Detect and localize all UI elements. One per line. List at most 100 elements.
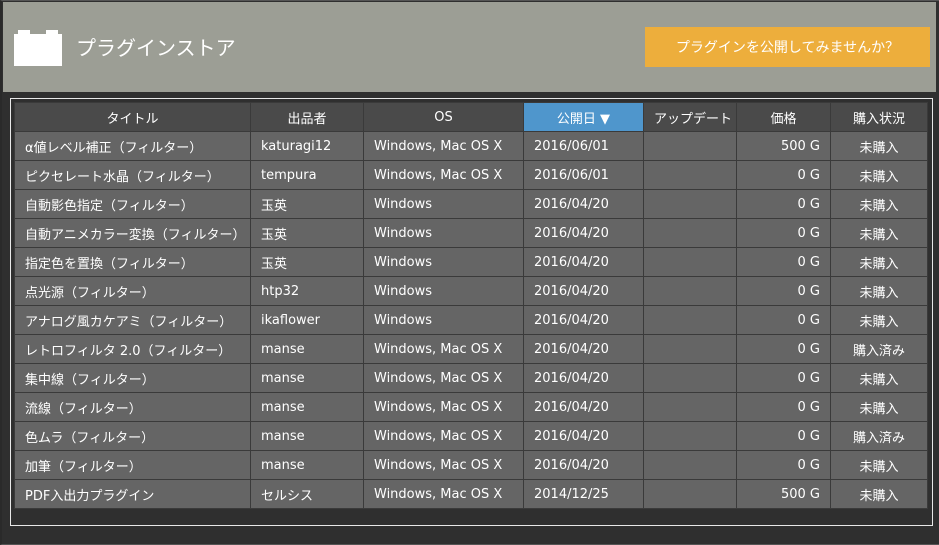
table-row[interactable]: 自動アニメカラー変換（フィルター） 玉英 Windows 2016/04/20 0 G未… bbox=[14, 218, 928, 248]
cell-title: α値レベル補正（フィルター） bbox=[14, 131, 251, 161]
cell-author: manse bbox=[250, 450, 364, 480]
page-title: プラグインストア bbox=[76, 36, 236, 60]
cell-update bbox=[643, 247, 737, 277]
cell-date: 2016/04/20 bbox=[523, 189, 644, 219]
cell-price: 0 G bbox=[736, 334, 831, 364]
column-header-title[interactable]: タイトル bbox=[14, 102, 251, 132]
cell-update bbox=[643, 131, 737, 161]
cell-title: ピクセレート水晶（フィルター） bbox=[14, 160, 251, 190]
plugin-table-container: タイトル 出品者 OS 公開日 ▼ アップデート 価格 購入状況 α値レベル補正（フィルター… bbox=[10, 98, 933, 526]
column-header-date[interactable]: 公開日 ▼ bbox=[523, 102, 644, 132]
cell-os: Windows bbox=[363, 218, 524, 248]
cell-author: 玉英 bbox=[250, 189, 364, 219]
cell-date: 2016/04/20 bbox=[523, 421, 644, 451]
cell-title: 自動影色指定（フィルター） bbox=[14, 189, 251, 219]
store-header: プラグインストア プラグインを公開してみませんか？ bbox=[3, 2, 936, 92]
cell-date: 2014/12/25 bbox=[523, 479, 644, 509]
cell-os: Windows bbox=[363, 189, 524, 219]
table-row[interactable]: 集中線（フィルター） manse Windows, Mac OS X 2016/04/… bbox=[14, 363, 928, 393]
cell-title: 集中線（フィルター） bbox=[14, 363, 251, 393]
cell-author: katuragi12 bbox=[250, 131, 364, 161]
cell-status: 未購入 bbox=[830, 479, 928, 509]
cell-update bbox=[643, 305, 737, 335]
table-row[interactable]: PDF入出力プラグイン セルシス Windows, Mac OS X 2014/12/… bbox=[14, 479, 928, 509]
cell-price: 0 G bbox=[736, 218, 831, 248]
cell-author: 玉英 bbox=[250, 218, 364, 248]
cell-date: 2016/04/20 bbox=[523, 334, 644, 364]
column-header-status[interactable]: 購入状況 bbox=[830, 102, 928, 132]
cell-price: 500 G bbox=[736, 131, 831, 161]
cell-status: 購入済み bbox=[830, 421, 928, 451]
cell-os: Windows, Mac OS X bbox=[363, 160, 524, 190]
cell-title: PDF入出力プラグイン bbox=[14, 479, 251, 509]
cell-status: 未購入 bbox=[830, 363, 928, 393]
cell-update bbox=[643, 189, 737, 219]
table-row[interactable]: ピクセレート水晶（フィルター） tempura Windows, Mac OS X2… bbox=[14, 160, 928, 190]
table-row[interactable]: 流線（フィルター） manse Windows, Mac OS X 2016/04/2… bbox=[14, 392, 928, 422]
cell-date: 2016/04/20 bbox=[523, 218, 644, 248]
cell-price: 0 G bbox=[736, 160, 831, 190]
cell-update bbox=[643, 363, 737, 393]
plugin-table: タイトル 出品者 OS 公開日 ▼ アップデート 価格 購入状況 α値レベル補正（フィルター… bbox=[14, 102, 928, 509]
cell-price: 500 G bbox=[736, 479, 831, 509]
cell-status: 未購入 bbox=[830, 450, 928, 480]
cell-os: Windows, Mac OS X bbox=[363, 363, 524, 393]
cell-date: 2016/04/20 bbox=[523, 450, 644, 480]
cell-author: manse bbox=[250, 421, 364, 451]
cell-os: Windows, Mac OS X bbox=[363, 421, 524, 451]
cell-author: セルシス bbox=[250, 479, 364, 509]
cell-title: 色ムラ（フィルター） bbox=[14, 421, 251, 451]
cell-author: manse bbox=[250, 392, 364, 422]
cell-status: 未購入 bbox=[830, 131, 928, 161]
cell-os: Windows, Mac OS X bbox=[363, 392, 524, 422]
table-row[interactable]: アナログ風カケアミ（フィルター） ikaflower Windows 2016/04/… bbox=[14, 305, 928, 335]
table-row[interactable]: 色ムラ（フィルター） manse Windows, Mac OS X 2016/04/… bbox=[14, 421, 928, 451]
cell-os: Windows, Mac OS X bbox=[363, 131, 524, 161]
cell-title: 点光源（フィルター） bbox=[14, 276, 251, 306]
cell-status: 未購入 bbox=[830, 160, 928, 190]
cell-author: ikaflower bbox=[250, 305, 364, 335]
cell-date: 2016/04/20 bbox=[523, 363, 644, 393]
cell-price: 0 G bbox=[736, 421, 831, 451]
cell-status: 未購入 bbox=[830, 392, 928, 422]
cell-price: 0 G bbox=[736, 363, 831, 393]
cell-os: Windows bbox=[363, 276, 524, 306]
table-row[interactable]: 加筆（フィルター） manse Windows, Mac OS X 2016/04/2… bbox=[14, 450, 928, 480]
column-header-update[interactable]: アップデート bbox=[643, 102, 737, 132]
cell-date: 2016/06/01 bbox=[523, 160, 644, 190]
column-header-os[interactable]: OS bbox=[363, 102, 524, 132]
cell-status: 未購入 bbox=[830, 218, 928, 248]
table-row[interactable]: 指定色を置換（フィルター） 玉英 Windows 2016/04/20 0 G 未購入 bbox=[14, 247, 928, 277]
cell-price: 0 G bbox=[736, 305, 831, 335]
cell-title: レトロフィルタ 2.0（フィルター） bbox=[14, 334, 251, 364]
table-row[interactable]: 自動影色指定（フィルター） 玉英 Windows 2016/04/20 0 G 未購入 bbox=[14, 189, 928, 219]
table-row[interactable]: α値レベル補正（フィルター） katuragi12 Windows, Mac OS … bbox=[14, 131, 928, 161]
cell-author: htp32 bbox=[250, 276, 364, 306]
table-row[interactable]: レトロフィルタ 2.0（フィルター） manse Windows, Mac OS X… bbox=[14, 334, 928, 364]
cell-update bbox=[643, 276, 737, 306]
cell-os: Windows, Mac OS X bbox=[363, 450, 524, 480]
cell-update bbox=[643, 334, 737, 364]
publish-plugin-button[interactable]: プラグインを公開してみませんか？ bbox=[645, 27, 930, 67]
cell-title: 指定色を置換（フィルター） bbox=[14, 247, 251, 277]
cell-update bbox=[643, 421, 737, 451]
cell-status: 購入済み bbox=[830, 334, 928, 364]
cell-status: 未購入 bbox=[830, 305, 928, 335]
cell-price: 0 G bbox=[736, 247, 831, 277]
plugin-block-icon bbox=[14, 30, 62, 66]
cell-title: 自動アニメカラー変換（フィルター） bbox=[14, 218, 251, 248]
table-row[interactable]: 点光源（フィルター） htp32 Windows 2016/04/20 0 G 未購入 bbox=[14, 276, 928, 306]
cell-author: tempura bbox=[250, 160, 364, 190]
cell-date: 2016/06/01 bbox=[523, 131, 644, 161]
cell-author: manse bbox=[250, 363, 364, 393]
cell-update bbox=[643, 218, 737, 248]
cell-update bbox=[643, 450, 737, 480]
cell-os: Windows bbox=[363, 305, 524, 335]
cell-price: 0 G bbox=[736, 392, 831, 422]
cell-status: 未購入 bbox=[830, 247, 928, 277]
column-header-author[interactable]: 出品者 bbox=[250, 102, 364, 132]
cell-os: Windows, Mac OS X bbox=[363, 479, 524, 509]
cell-status: 未購入 bbox=[830, 189, 928, 219]
column-header-price[interactable]: 価格 bbox=[736, 102, 831, 132]
cell-title: アナログ風カケアミ（フィルター） bbox=[14, 305, 251, 335]
